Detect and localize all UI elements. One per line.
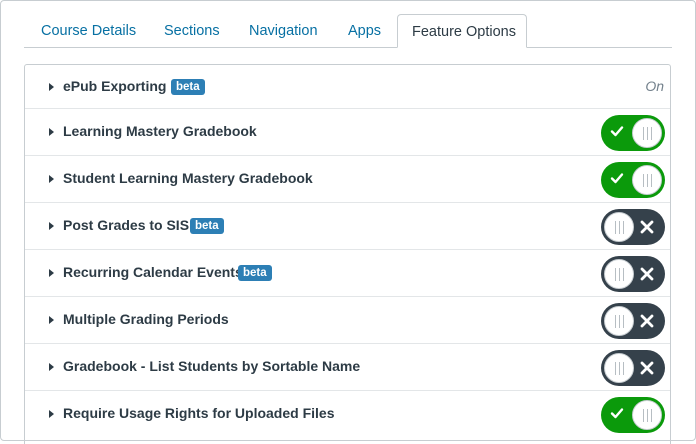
feature-toggle[interactable] [601, 115, 665, 151]
feature-name[interactable]: Require Usage Rights for Uploaded Files [63, 405, 335, 421]
beta-badge: beta [238, 265, 272, 281]
feature-toggle[interactable] [601, 209, 665, 245]
feature-row-epub-exporting: ePub Exporting beta On [25, 65, 670, 108]
feature-options-list: ePub Exporting beta On Learning Mastery … [24, 64, 671, 444]
checkmark-icon [610, 126, 624, 137]
tab-navigation[interactable]: Navigation [249, 14, 318, 48]
feature-toggle[interactable] [601, 350, 665, 386]
feature-row-recurring-calendar-events: Recurring Calendar Events beta [25, 249, 670, 296]
expand-caret-icon[interactable] [49, 128, 54, 136]
beta-badge: beta [171, 79, 205, 95]
feature-row-student-learning-mastery-gradebook: Student Learning Mastery Gradebook [25, 155, 670, 202]
feature-toggle[interactable] [601, 256, 665, 292]
close-x-icon [640, 220, 654, 234]
beta-badge: beta [190, 218, 224, 234]
expand-caret-icon[interactable] [49, 222, 54, 230]
feature-name[interactable]: Student Learning Mastery Gradebook [63, 170, 313, 186]
feature-row-require-usage-rights: Require Usage Rights for Uploaded Files [25, 390, 670, 444]
tab-feature-options[interactable]: Feature Options [397, 14, 527, 48]
feature-name[interactable]: Post Grades to SIS [63, 217, 189, 233]
checkmark-icon [610, 173, 624, 184]
expand-caret-icon[interactable] [49, 269, 54, 277]
checkmark-icon [610, 408, 624, 419]
expand-caret-icon[interactable] [49, 363, 54, 371]
feature-row-multiple-grading-periods: Multiple Grading Periods [25, 296, 670, 343]
feature-state-text: On [645, 78, 664, 94]
toggle-knob[interactable] [632, 165, 662, 195]
feature-toggle[interactable] [601, 397, 665, 433]
toggle-knob[interactable] [604, 306, 634, 336]
tab-apps[interactable]: Apps [348, 14, 381, 48]
feature-row-gradebook-list-students-by-sortable-name: Gradebook - List Students by Sortable Na… [25, 343, 670, 390]
expand-caret-icon[interactable] [49, 316, 54, 324]
close-x-icon [640, 267, 654, 281]
toggle-knob[interactable] [604, 259, 634, 289]
feature-name[interactable]: Multiple Grading Periods [63, 311, 229, 327]
expand-caret-icon[interactable] [49, 83, 54, 91]
tab-course-details[interactable]: Course Details [41, 14, 136, 48]
feature-row-post-grades-to-sis: Post Grades to SIS beta [25, 202, 670, 249]
expand-caret-icon[interactable] [49, 410, 54, 418]
tab-sections[interactable]: Sections [164, 14, 220, 48]
expand-caret-icon[interactable] [49, 175, 54, 183]
close-x-icon [640, 361, 654, 375]
toggle-knob[interactable] [632, 400, 662, 430]
toggle-knob[interactable] [632, 118, 662, 148]
toggle-knob[interactable] [604, 212, 634, 242]
feature-name[interactable]: Learning Mastery Gradebook [63, 123, 257, 139]
feature-name[interactable]: Gradebook - List Students by Sortable Na… [63, 358, 360, 374]
close-x-icon [640, 314, 654, 328]
feature-toggle[interactable] [601, 303, 665, 339]
feature-toggle[interactable] [601, 162, 665, 198]
feature-name[interactable]: ePub Exporting [63, 78, 166, 94]
feature-name[interactable]: Recurring Calendar Events [63, 264, 243, 280]
feature-row-learning-mastery-gradebook: Learning Mastery Gradebook [25, 108, 670, 155]
toggle-knob[interactable] [604, 353, 634, 383]
